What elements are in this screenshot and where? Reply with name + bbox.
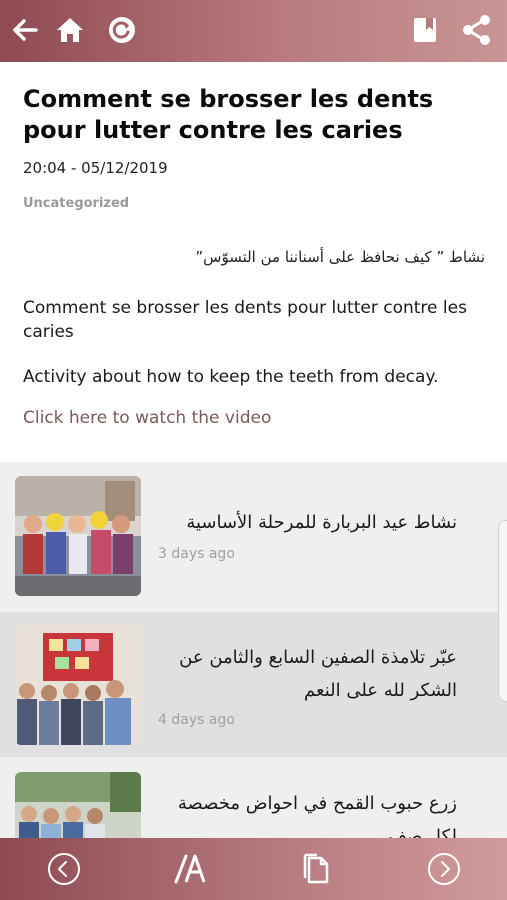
- font-size-icon: [174, 854, 206, 884]
- article-title: Comment se brosser les dents pour lutter…: [23, 85, 434, 144]
- previous-circle-icon: [48, 853, 80, 885]
- article-date: 20:04 - 05/12/2019: [23, 159, 168, 177]
- home-icon: [57, 18, 83, 42]
- bookmark-icon: [414, 18, 436, 42]
- related-articles-list: نشاط عيد البربارة للمرحلة الأساسية 3 day…: [0, 462, 507, 838]
- item-thumbnail: [15, 625, 141, 745]
- previous-article-button[interactable]: [44, 849, 84, 889]
- refresh-button[interactable]: [102, 10, 142, 50]
- item-time-ago: 3 days ago: [158, 546, 235, 562]
- list-item[interactable]: نشاط عيد البربارة للمرحلة الأساسية 3 day…: [0, 462, 507, 607]
- list-item[interactable]: زرع حبوب القمح في احواض مخصصة لكل صف: [0, 762, 507, 838]
- item-time-ago: 4 days ago: [158, 712, 235, 728]
- article-paragraph-english: Activity about how to keep the teeth fro…: [23, 367, 439, 387]
- article-content: Comment se brosser les dents pour lutter…: [0, 62, 507, 462]
- share-button[interactable]: [456, 10, 496, 50]
- refresh-icon: [109, 17, 135, 43]
- item-title: نشاط عيد البربارة للمرحلة الأساسية: [186, 512, 457, 533]
- back-arrow-icon: [13, 19, 38, 41]
- item-thumbnail: [15, 772, 141, 838]
- scroll-handle[interactable]: [498, 520, 507, 702]
- next-article-button[interactable]: [424, 849, 464, 889]
- font-size-button[interactable]: [170, 849, 210, 889]
- copy-document-icon: [303, 853, 329, 884]
- top-app-bar: [0, 0, 507, 62]
- copy-button[interactable]: [297, 849, 337, 889]
- bookmark-button[interactable]: [405, 10, 445, 50]
- share-icon: [463, 15, 490, 45]
- next-circle-icon: [428, 853, 460, 885]
- item-title: عبّر تلامذة الصفين السابع والثامن عن الش…: [179, 647, 457, 701]
- back-button[interactable]: [5, 10, 45, 50]
- home-button[interactable]: [50, 10, 90, 50]
- bottom-app-bar: [0, 838, 507, 900]
- article-paragraph-french: Comment se brosser les dents pour lutter…: [23, 298, 467, 342]
- item-title: زرع حبوب القمح في احواض مخصصة لكل صف: [177, 793, 457, 838]
- article-arabic-line: نشاط ” كيف نحافظ على أسناننا من التسوّس”: [195, 248, 485, 266]
- watch-video-link[interactable]: Click here to watch the video: [23, 408, 271, 428]
- item-thumbnail: [15, 476, 141, 596]
- list-item[interactable]: عبّر تلامذة الصفين السابع والثامن عن الش…: [0, 612, 507, 757]
- article-category[interactable]: Uncategorized: [23, 196, 129, 211]
